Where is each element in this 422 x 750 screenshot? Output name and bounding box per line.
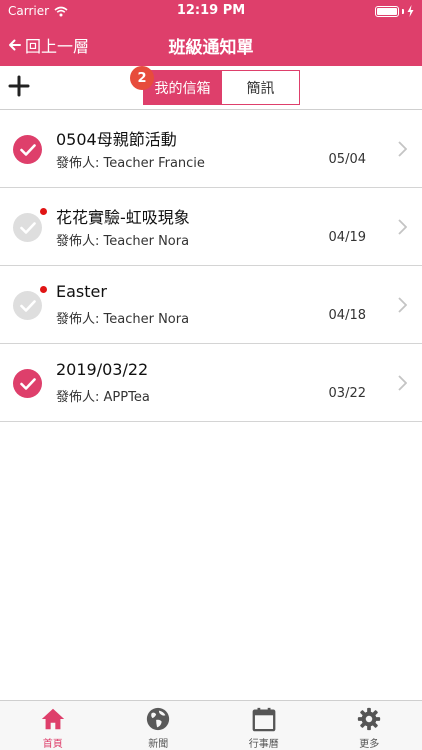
tab-inbox[interactable]: 我的信箱 — [144, 71, 221, 104]
calendar-icon — [252, 707, 276, 732]
home-icon — [41, 708, 64, 730]
chevron-right-icon — [398, 297, 407, 313]
navigation-bar: 回上一層 班級通知單 — [0, 22, 422, 66]
chevron-right-icon — [398, 141, 407, 157]
unread-check-icon — [13, 213, 42, 242]
status-bar: Carrier 12:19 PM — [0, 0, 422, 22]
tab-news[interactable]: 新聞 — [106, 701, 212, 750]
notice-sender: 發佈人: Teacher Nora — [56, 312, 190, 327]
unread-check-icon — [13, 291, 42, 320]
header: Carrier 12:19 PM 回上一層 班級通知單 — [0, 0, 422, 66]
globe-icon — [147, 707, 170, 731]
notice-date: 04/18 — [328, 308, 366, 323]
plus-icon[interactable] — [8, 75, 30, 97]
read-check-icon — [13, 135, 42, 164]
battery-tip — [402, 8, 404, 14]
page-title: 班級通知單 — [168, 38, 254, 58]
notice-sender: 發佈人: APPTea — [56, 390, 150, 405]
battery-icon — [375, 5, 399, 17]
status-time: 12:19 PM — [176, 3, 246, 18]
notice-date: 03/22 — [328, 386, 366, 401]
tab-sms-label: 簡訊 — [246, 80, 275, 97]
chevron-right-icon — [398, 375, 407, 391]
notice-list: 0504母親節活動 發佈人: Teacher Francie 05/04 花花實… — [0, 110, 422, 422]
battery-indicator — [375, 5, 414, 17]
tab-home[interactable]: 首頁 — [0, 701, 106, 750]
chevron-right-icon — [398, 219, 407, 235]
segmented-control: 我的信箱 簡訊 — [143, 70, 300, 105]
list-item[interactable]: Easter 發佈人: Teacher Nora 04/18 — [0, 266, 422, 344]
tab-inbox-label: 我的信箱 — [154, 80, 211, 97]
notice-sender: 發佈人: Teacher Nora — [56, 234, 190, 249]
gear-icon — [358, 707, 381, 731]
tab-more[interactable]: 更多 — [317, 701, 422, 750]
tab-home-label: 首頁 — [42, 739, 63, 750]
unread-count-badge: 2 — [130, 66, 154, 90]
tab-more-label: 更多 — [359, 739, 380, 750]
notice-date: 04/19 — [328, 230, 366, 245]
toolbar: 我的信箱 簡訊 2 — [0, 66, 422, 110]
notice-title: Easter — [56, 282, 107, 301]
notice-title: 0504母親節活動 — [56, 130, 177, 149]
tab-calendar-label: 行事曆 — [248, 739, 279, 750]
charging-bolt-icon — [407, 5, 414, 17]
tab-sms[interactable]: 簡訊 — [221, 71, 299, 104]
unread-dot — [40, 286, 47, 293]
notice-sender: 發佈人: Teacher Francie — [56, 156, 205, 171]
notice-title: 花花實驗-虹吸現象 — [56, 208, 190, 227]
list-item[interactable]: 2019/03/22 發佈人: APPTea 03/22 — [0, 344, 422, 422]
tab-news-label: 新聞 — [148, 739, 169, 750]
list-item[interactable]: 花花實驗-虹吸現象 發佈人: Teacher Nora 04/19 — [0, 188, 422, 266]
unread-dot — [40, 208, 47, 215]
notice-title: 2019/03/22 — [56, 360, 149, 379]
list-item[interactable]: 0504母親節活動 發佈人: Teacher Francie 05/04 — [0, 110, 422, 188]
notice-date: 05/04 — [328, 152, 366, 167]
tab-bar: 首頁 新聞 行事曆 更多 — [0, 700, 422, 750]
read-check-icon — [13, 369, 42, 398]
tab-calendar[interactable]: 行事曆 — [211, 701, 317, 750]
